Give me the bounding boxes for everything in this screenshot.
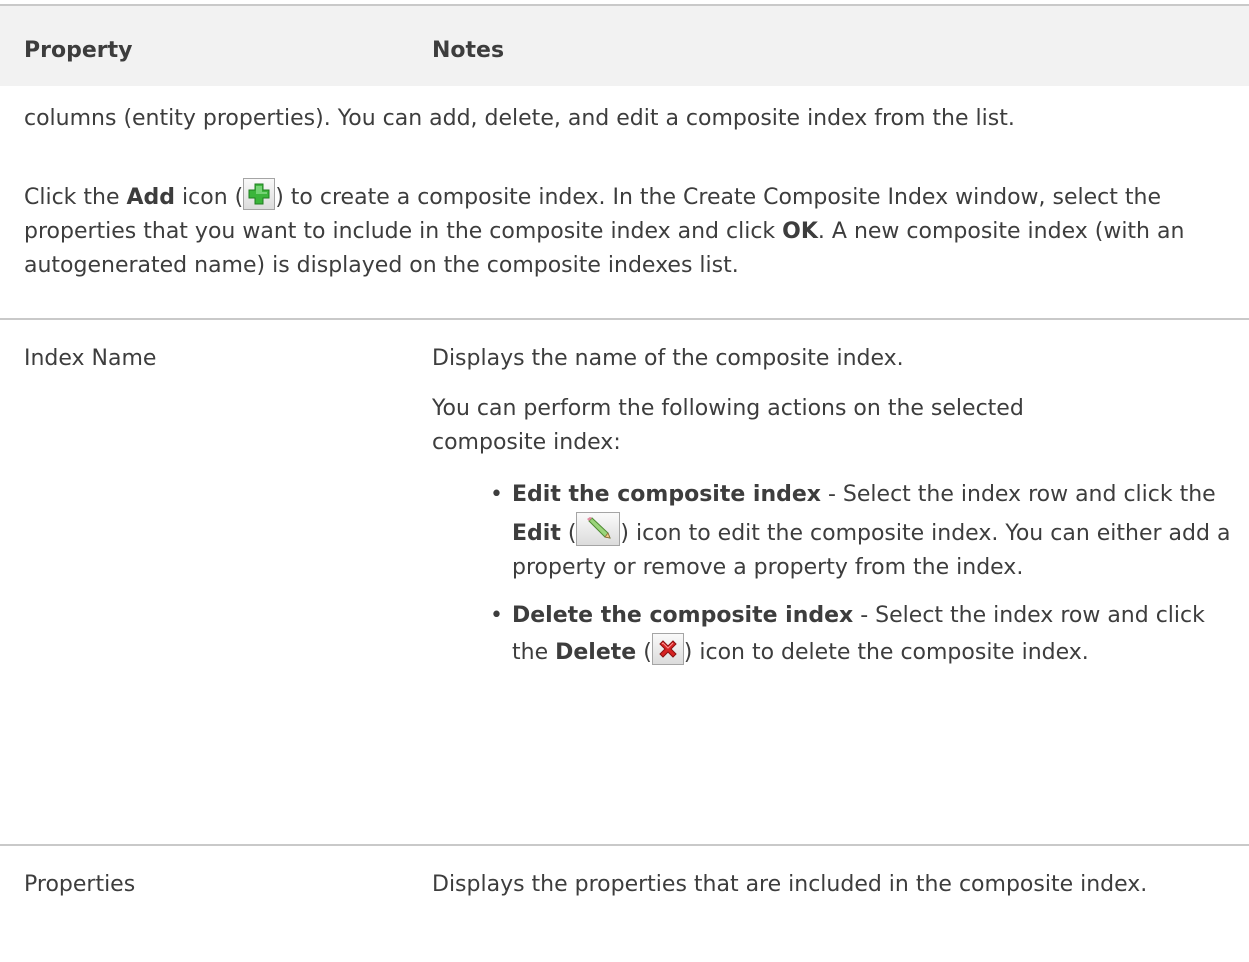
green-plus-icon [243, 178, 276, 210]
edit-text-1: - Select the index row and click the [821, 482, 1216, 507]
row-divider-1 [0, 318, 1249, 320]
row-divider-2 [0, 844, 1249, 846]
delete-text-2: ( [636, 640, 652, 665]
notes-properties: Displays the properties that are include… [432, 868, 1192, 902]
delete-title: Delete the composite index [512, 603, 854, 628]
edit-text-2: ( [560, 521, 577, 546]
add-text-1: Click the [24, 185, 127, 210]
actions-list: • Edit the composite index - Select the i… [432, 478, 1230, 670]
header-property: Property [24, 38, 133, 63]
edit-label: Edit [512, 521, 561, 546]
list-item-edit: • Edit the composite index - Select the i… [490, 482, 1231, 580]
add-instructions: Click the Add icon () to create a compos… [24, 178, 1239, 283]
notes-index-name-p2: You can perform the following actions on… [432, 396, 1024, 455]
edit-title: Edit the composite index [512, 482, 821, 507]
table-header-row: Property Notes [0, 6, 1249, 86]
header-notes: Notes [432, 38, 505, 63]
intro-block: columns (entity properties). You can add… [24, 102, 1239, 136]
ok-label: OK [782, 219, 818, 244]
pencil-icon [576, 512, 621, 546]
red-x-icon [651, 633, 684, 665]
property-properties: Properties [24, 872, 136, 897]
delete-text-3: ) icon to delete the composite index. [683, 640, 1089, 665]
intro-line: columns (entity properties). You can add… [24, 106, 1015, 131]
property-index-name: Index Name [24, 346, 157, 371]
delete-label: Delete [555, 640, 637, 665]
properties-table: Property Notes columns (entity propertie… [0, 0, 1249, 962]
add-label: Add [126, 185, 176, 210]
notes-index-name: Displays the name of the composite index… [432, 342, 1230, 670]
add-text-2: icon ( [175, 185, 244, 210]
notes-properties-p1: Displays the properties that are include… [432, 872, 1148, 897]
notes-index-name-p1: Displays the name of the composite index… [432, 346, 904, 371]
list-item-delete: • Delete the composite index - Select the… [490, 603, 1205, 665]
